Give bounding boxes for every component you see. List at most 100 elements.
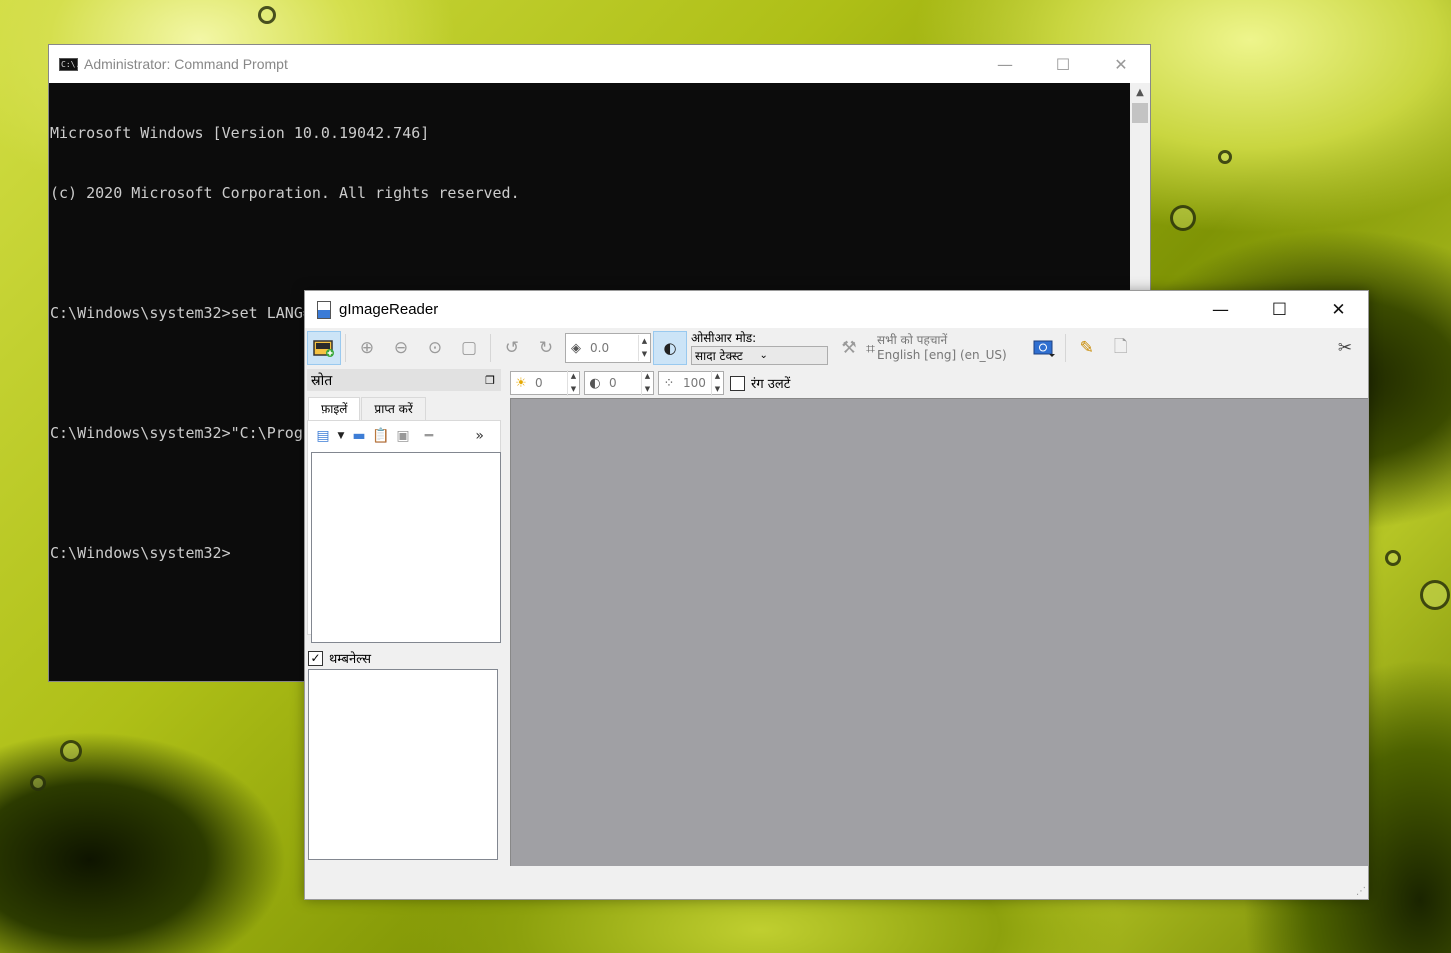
resize-grip-icon[interactable]: ⋰ [1356,886,1366,897]
scrollbar-thumb[interactable] [1132,103,1148,123]
recognize-all-label: सभी को पहचानें [877,333,948,347]
autodetect-layout-button[interactable]: ◐ [653,331,687,365]
zoom-in-icon: ⊕ [359,338,375,358]
wallpaper-bubble [1420,580,1450,610]
thumbnails-toggle[interactable]: ✓ थम्बनेल्स [308,649,500,667]
thumbnails-label: थम्बनेल्स [329,652,371,667]
resolution-spinbox[interactable]: ⁘ 100 ▲ ▼ [658,370,724,396]
scroll-up-arrow-icon[interactable]: ▲ [1130,83,1150,103]
cmd-maximize-button[interactable]: ☐ [1034,45,1092,83]
gir-titlebar[interactable]: gImageReader — ☐ ✕ [305,291,1368,328]
invert-colors-label: रंग उलटें [751,377,791,392]
resolution-spin-arrows[interactable]: ▲ ▼ [711,370,723,396]
invert-colors-checkbox[interactable] [730,375,745,391]
gir-window-title: gImageReader [339,301,439,318]
brightness-spinbox[interactable]: ☀ 0 ▲ ▼ [510,370,580,396]
more-tools-button[interactable]: » [444,428,484,444]
brightness-spin-arrows[interactable]: ▲ ▼ [567,370,579,396]
paste-icon[interactable]: 📋 [370,428,392,444]
thumbnails-checkbox[interactable]: ✓ [308,650,323,666]
hammer-icon: ⚒ [841,338,857,358]
zoom-fit-icon: ▢ [460,338,478,358]
main-toolbar: ⊕ ⊖ ⊙ ▢ ↺ ↻ ◈ 0.0 ▲ ▼ ◐ ओसीआर मोड: सादा ट… [305,328,1368,368]
zoom-out-button[interactable]: ⊖ [384,331,418,365]
autolayout-button[interactable]: ⚒ [832,331,866,365]
resolution-value: 100 [683,376,706,390]
zoom-fit-button[interactable]: ▢ [452,331,486,365]
gir-close-button[interactable]: ✕ [1309,291,1368,328]
zoom-out-icon: ⊖ [393,338,409,358]
cmd-close-button[interactable]: ✕ [1092,45,1150,83]
rotate-left-icon: ↺ [504,338,520,358]
tab-acquire[interactable]: प्राप्त करें [361,397,426,421]
console-line: Microsoft Windows [Version 10.0.19042.74… [50,124,430,142]
console-line: (c) 2020 Microsoft Corporation. All righ… [50,184,520,202]
preferences-menu-button[interactable]: ✂ [1328,331,1362,365]
remove-icon[interactable]: ━ [414,428,444,444]
image-controls-toolbar: ☀ 0 ▲ ▼ ◐ 0 ▲ ▼ ⁘ 100 ▲ ▼ रंग उलटें [510,370,790,396]
zoom-original-icon: ⊙ [427,338,443,358]
sources-tabs: फ़ाइलें प्राप्त करें [308,397,427,421]
add-files-icon[interactable]: ▤ [312,428,334,444]
wallpaper-bubble [60,740,82,762]
rotate-angle-icon: ◈ [571,340,581,356]
resolution-icon: ⁘ [663,375,675,391]
wallpaper-bubble [1170,205,1196,231]
wallpaper-bubble [1218,150,1232,164]
pencil-icon: ✎ [1079,338,1094,358]
brightness-value: 0 [535,376,543,390]
cmd-window-title: Administrator: Command Prompt [84,56,288,72]
rotation-spinbox[interactable]: ◈ 0.0 ▲ ▼ [565,333,651,363]
open-folder-icon[interactable]: ▬ [348,428,370,444]
recognize-all-button[interactable]: ⌗ सभी को पहचानें English [eng] (en_US) [866,333,1007,363]
chevron-down-icon[interactable]: ▼ [334,431,348,441]
output-editor-button[interactable]: ✎ [1070,331,1104,365]
file-list[interactable] [311,452,501,643]
sources-pane-header: स्रोत ❐ [307,369,501,391]
sources-pane-title: स्रोत [311,372,333,389]
document-icon: 🗋 [1113,336,1128,357]
gimagereader-window[interactable]: gImageReader — ☐ ✕ ⊕ ⊖ ⊙ ▢ ↺ ↻ ◈ 0.0 ▲▼ [304,290,1369,900]
ocr-mode-select[interactable]: सादा टेक्स्ट ⌄ [691,346,828,365]
toolbar-separator [490,334,491,362]
files-toolbar: ▤ ▼ ▬ 📋 ▣ ━ » [308,421,500,451]
console-line: ​ [50,243,1130,263]
contrast-value: 0 [609,376,617,390]
chevron-down-icon: ⌄ [759,350,768,361]
rotate-right-icon: ↻ [538,338,554,358]
rotate-right-button[interactable]: ↻ [529,331,563,365]
color-picker-icon: ◐ [663,339,677,357]
rotate-left-button[interactable]: ↺ [495,331,529,365]
zoom-original-button[interactable]: ⊙ [418,331,452,365]
float-pane-icon[interactable]: ❐ [485,374,495,387]
toggle-sources-button[interactable] [307,331,341,365]
zoom-in-button[interactable]: ⊕ [350,331,384,365]
ocr-mode-label: ओसीआर मोड: [691,331,757,345]
toolbar-separator [345,334,346,362]
files-panel: ▤ ▼ ▬ 📋 ▣ ━ » [307,420,501,643]
thumbnail-list[interactable] [308,669,498,860]
contrast-spinbox[interactable]: ◐ 0 ▲ ▼ [584,370,654,396]
recognize-selection-icon: ⌗ [866,338,876,358]
screenshot-icon[interactable]: ▣ [392,428,414,444]
brightness-icon: ☀ [515,375,527,391]
gir-minimize-button[interactable]: — [1191,291,1250,328]
cmd-titlebar[interactable]: C:\. Administrator: Command Prompt — ☐ ✕ [49,45,1150,83]
wallpaper-bubble [30,775,46,791]
rotation-spin-arrows[interactable]: ▲ ▼ [638,335,650,361]
language-menu-button[interactable] [1027,331,1061,365]
rotation-value: 0.0 [590,341,610,355]
contrast-spin-arrows[interactable]: ▲ ▼ [641,370,653,396]
toolbar-separator [1064,334,1066,362]
gir-maximize-button[interactable]: ☐ [1250,291,1309,328]
tab-files[interactable]: फ़ाइलें [308,397,361,421]
invert-colors-toggle[interactable]: रंग उलटें [730,374,790,392]
ocr-mode-group: ओसीआर मोड: सादा टेक्स्ट ⌄ [691,331,828,365]
ocr-mode-value: सादा टेक्स्ट [695,349,743,363]
tools-icon: ✂ [1337,338,1353,358]
wallpaper-bubble [1385,550,1401,566]
cmd-minimize-button[interactable]: — [976,45,1034,83]
image-display-area[interactable] [510,398,1368,866]
add-image-icon [313,340,334,357]
output-document-button[interactable]: 🗋 [1104,331,1138,365]
